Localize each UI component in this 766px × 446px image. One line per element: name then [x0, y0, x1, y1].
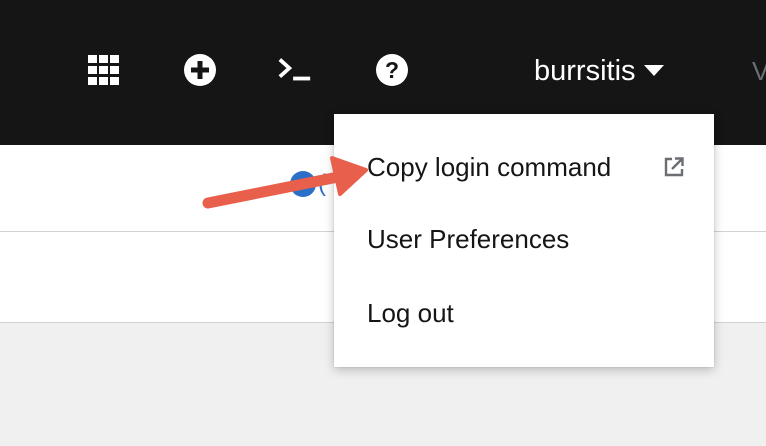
menu-item-log-out[interactable]: Log out: [334, 276, 714, 350]
app-grid-icon[interactable]: [86, 52, 122, 88]
svg-text:?: ?: [385, 57, 399, 83]
plus-circle-icon[interactable]: [182, 52, 218, 88]
info-icon: [290, 171, 316, 197]
edge-partial-text: V: [752, 56, 766, 86]
menu-item-copy-login-command[interactable]: Copy login command: [334, 132, 714, 202]
user-menu-toggle[interactable]: burrsitis: [534, 50, 664, 92]
caret-down-icon: [643, 65, 664, 76]
menu-item-label: User Preferences: [367, 223, 570, 254]
help-icon[interactable]: ?: [374, 52, 410, 88]
menu-item-label: Copy login command: [367, 151, 612, 182]
menu-item-label: Log out: [367, 297, 454, 328]
terminal-icon[interactable]: [277, 52, 313, 88]
user-dropdown-menu: Copy login command User Preferences Log …: [334, 114, 714, 367]
menu-item-user-preferences[interactable]: User Preferences: [334, 202, 714, 276]
partial-link: (: [318, 170, 326, 197]
username: burrsitis: [534, 54, 636, 87]
external-link-icon: [664, 157, 684, 177]
